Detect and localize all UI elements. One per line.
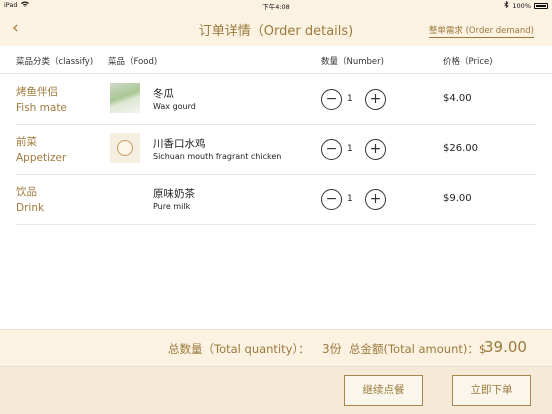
food-name-en: Pure milk [153, 202, 191, 211]
category: 烤鱼伴侣 Fish mate [16, 84, 67, 116]
place-order-button[interactable]: 立即下单 [452, 375, 531, 406]
logo-icon [117, 140, 133, 156]
category-cn: 饮品 [16, 186, 37, 198]
increase-button[interactable]: + [365, 89, 386, 110]
category-en: Appetizer [16, 152, 67, 164]
order-demand-link[interactable]: 整单需求 (Order demand) [428, 24, 534, 38]
table-header: 菜品分类（classify) 菜品（Food) 数量（Number) 价格（Pr… [0, 46, 552, 74]
header-price: 价格（Price) [443, 57, 493, 67]
price-value: $9.00 [443, 193, 472, 204]
food-image [110, 133, 140, 163]
total-quantity-value: 3份 [322, 342, 342, 356]
quantity-value: 1 [347, 144, 353, 154]
table-row: 烤鱼伴侣 Fish mate 冬瓜 Wax gourd − 1 + $4.00 [16, 75, 536, 125]
table-row: 前菜 Appetizer 川香口水鸡 Sichuan mouth fragran… [16, 125, 536, 175]
food-name: 冬瓜 [153, 88, 174, 100]
quantity-value: 1 [347, 94, 353, 104]
action-bar: 继续点餐 立即下单 [0, 366, 552, 414]
increase-button[interactable]: + [365, 189, 386, 210]
battery-percent: 100% [512, 1, 531, 10]
increase-button[interactable]: + [365, 139, 386, 160]
category-cn: 烤鱼伴侣 [16, 86, 58, 98]
category-en: Fish mate [16, 102, 67, 114]
category: 前菜 Appetizer [16, 134, 66, 166]
decrease-button[interactable]: − [321, 139, 342, 160]
food-name: 川香口水鸡 [153, 138, 206, 150]
nav-bar: ‹ 订单详情（Order details) 整单需求 (Order demand… [0, 11, 552, 46]
total-amount-label: 总金额(Total amount)：$ [349, 342, 487, 356]
category-cn: 前菜 [16, 136, 37, 148]
status-right: 100% [504, 0, 548, 10]
price-value: $26.00 [443, 143, 478, 154]
price-value: $4.00 [443, 93, 472, 104]
battery-icon [534, 2, 548, 9]
header-number: 数量（Number) [321, 57, 384, 67]
food-name: 原味奶茶 [153, 188, 195, 200]
food-name-en: Wax gourd [153, 102, 196, 111]
table-row: 饮品 Drink 原味奶茶 Pure milk − 1 + $9.00 [16, 175, 536, 225]
totals-bar: 总数量（Total quantity）： 3份 总金额(Total amount… [0, 329, 552, 366]
total-amount-value: 39.00 [484, 338, 527, 356]
continue-ordering-button[interactable]: 继续点餐 [344, 375, 423, 406]
bluetooth-icon [504, 0, 509, 10]
category: 饮品 Drink [16, 184, 44, 216]
header-food: 菜品（Food) [108, 57, 158, 67]
header-classify: 菜品分类（classify) [16, 57, 94, 67]
status-bar: iPad 下午4:08 100% [0, 0, 552, 11]
quantity-value: 1 [347, 194, 353, 204]
status-time: 下午4:08 [262, 3, 290, 11]
decrease-button[interactable]: − [321, 189, 342, 210]
decrease-button[interactable]: − [321, 89, 342, 110]
food-image [110, 83, 140, 113]
category-en: Drink [16, 202, 45, 214]
food-name-en: Sichuan mouth fragrant chicken [153, 152, 282, 161]
total-quantity-label: 总数量（Total quantity）： [168, 342, 310, 356]
